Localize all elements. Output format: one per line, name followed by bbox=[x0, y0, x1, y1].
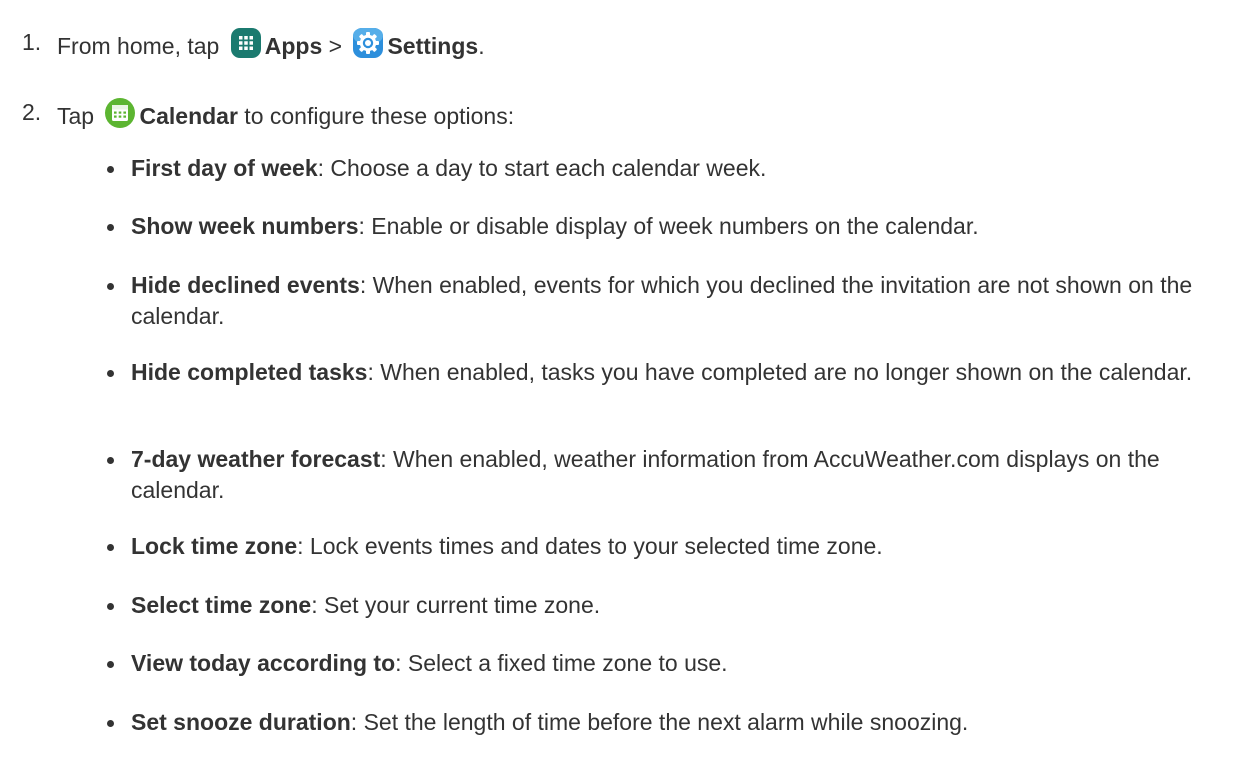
option-text: First day of week: Choose a day to start… bbox=[131, 153, 1236, 184]
step-prefix: From home, tap bbox=[57, 33, 226, 59]
bullet-dot bbox=[107, 457, 114, 464]
option-term: Hide completed tasks bbox=[131, 359, 368, 385]
separator: > bbox=[322, 33, 349, 59]
option-text: Show week numbers: Enable or disable dis… bbox=[131, 211, 1236, 242]
option-term: First day of week bbox=[131, 155, 318, 181]
option-text: Select time zone: Set your current time … bbox=[131, 590, 1236, 621]
bullet-dot bbox=[107, 224, 114, 231]
option-desc: : Set the length of time before the next… bbox=[350, 709, 969, 735]
step-text: From home, tap Apps > Settings. bbox=[57, 27, 485, 62]
calendar-icon bbox=[104, 97, 136, 129]
step-number: 1. bbox=[22, 29, 42, 55]
apps-label: Apps bbox=[264, 33, 323, 59]
bullet-dot bbox=[107, 720, 114, 727]
step-suffix: to configure these options: bbox=[237, 103, 515, 129]
step-suffix: . bbox=[478, 33, 485, 59]
step-text: Tap Calendar to configure these options: bbox=[57, 97, 514, 132]
option-desc: : Select a fixed time zone to use. bbox=[395, 650, 728, 676]
option-term: Show week numbers bbox=[131, 213, 359, 239]
option-text: Hide completed tasks: When enabled, task… bbox=[131, 357, 1236, 388]
option-desc: : Enable or disable display of week numb… bbox=[358, 213, 979, 239]
option-desc: : Set your current time zone. bbox=[311, 592, 601, 618]
option-text: View today according to: Select a fixed … bbox=[131, 648, 1236, 679]
option-text: Lock time zone: Lock events times and da… bbox=[131, 531, 1236, 562]
settings-gear-icon bbox=[352, 27, 384, 59]
option-desc: : Choose a day to start each calendar we… bbox=[317, 155, 767, 181]
bullet-dot bbox=[107, 166, 114, 173]
option-text: Set snooze duration: Set the length of t… bbox=[131, 707, 1236, 738]
option-term: Select time zone bbox=[131, 592, 312, 618]
bullet-dot bbox=[107, 661, 114, 668]
bullet-dot bbox=[107, 283, 114, 290]
option-term: Hide declined events bbox=[131, 272, 360, 298]
bullet-dot bbox=[107, 370, 114, 377]
option-term: 7-day weather forecast bbox=[131, 446, 381, 472]
option-desc: : Lock events times and dates to your se… bbox=[297, 533, 883, 559]
calendar-label: Calendar bbox=[139, 103, 238, 129]
option-term: View today according to bbox=[131, 650, 396, 676]
option-text: 7-day weather forecast: When enabled, we… bbox=[131, 444, 1236, 506]
step-prefix: Tap bbox=[57, 103, 101, 129]
settings-label: Settings bbox=[387, 33, 479, 59]
bullet-dot bbox=[107, 603, 114, 610]
apps-grid-icon bbox=[230, 27, 262, 59]
option-term: Set snooze duration bbox=[131, 709, 351, 735]
step-number: 2. bbox=[22, 99, 42, 125]
option-term: Lock time zone bbox=[131, 533, 298, 559]
option-desc: : When enabled, tasks you have completed… bbox=[367, 359, 1193, 385]
option-text: Hide declined events: When enabled, even… bbox=[131, 270, 1236, 332]
bullet-dot bbox=[107, 544, 114, 551]
